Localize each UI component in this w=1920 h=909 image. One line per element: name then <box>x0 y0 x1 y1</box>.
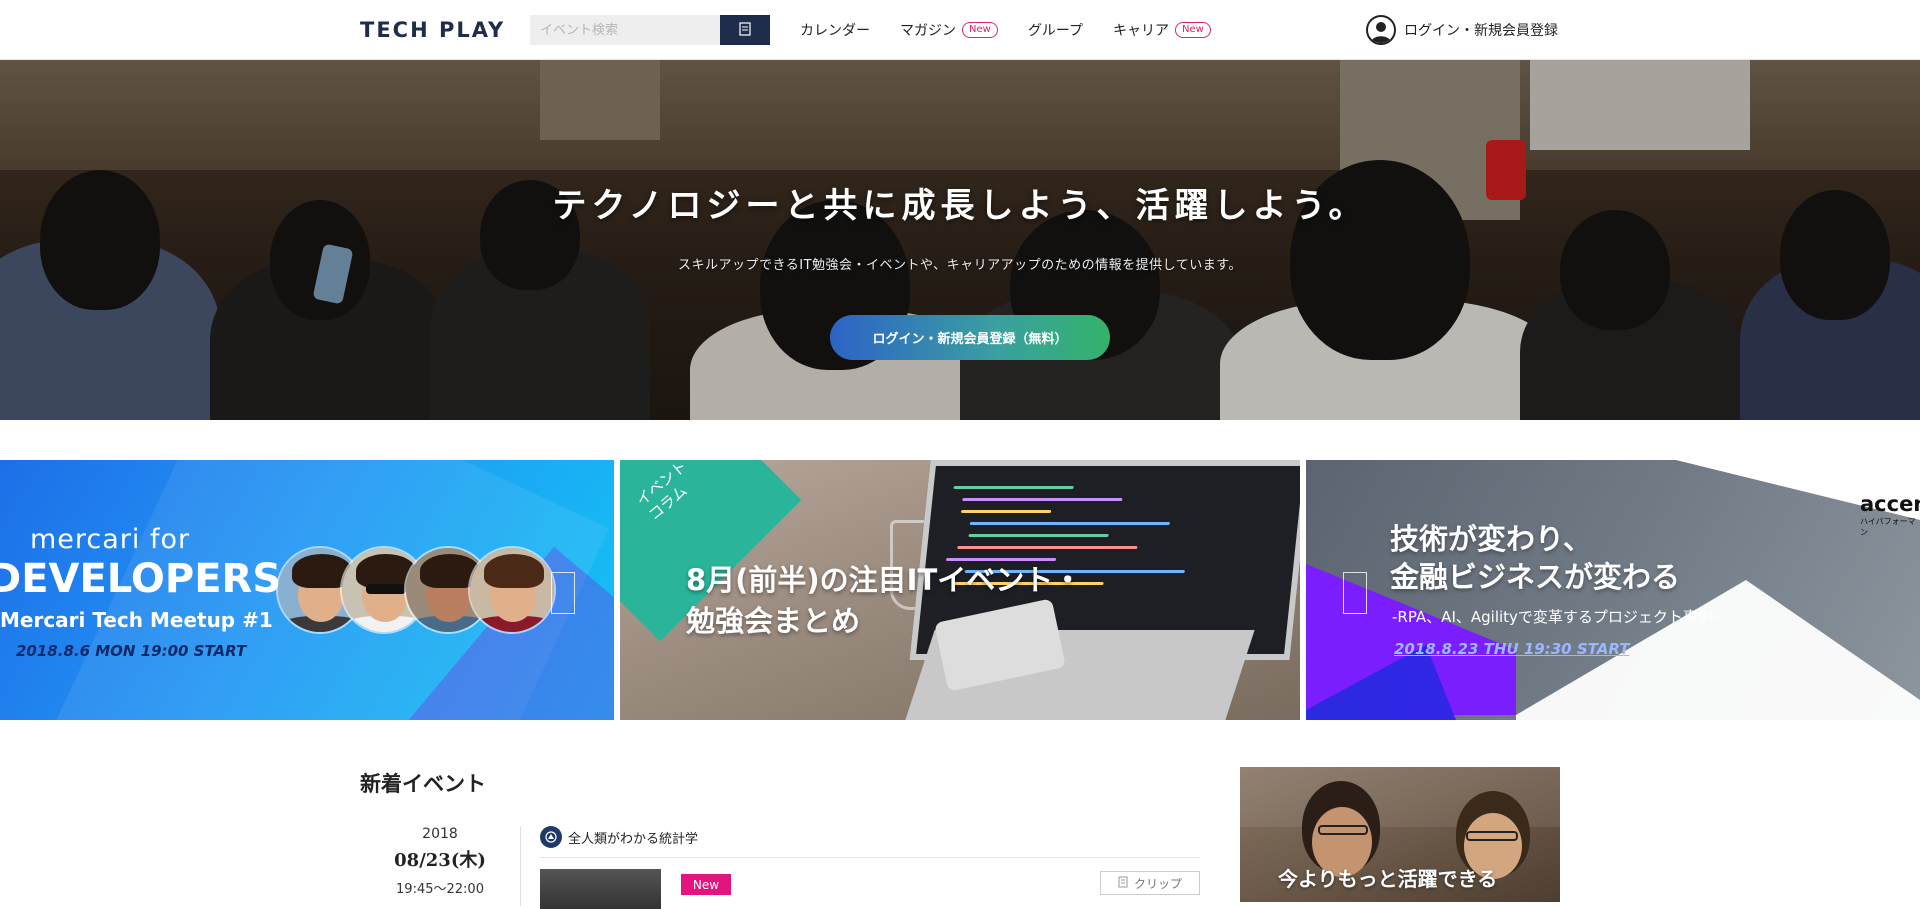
user-icon <box>1366 15 1396 45</box>
clip-icon <box>1118 876 1128 891</box>
nav-label: カレンダー <box>800 23 870 39</box>
site-logo[interactable]: TECH PLAY <box>360 18 505 42</box>
carousel-next-button[interactable] <box>551 572 575 614</box>
banner-mercari-line1: mercari for <box>30 524 191 555</box>
event-year: 2018 <box>422 826 458 842</box>
banner-accenture[interactable]: 技術が変わり、 金融ビジネスが変わる -RPA、AI、Agilityで変革するプ… <box>1306 460 1920 720</box>
banner-event-column[interactable]: イベント コラム 8月(前半)の注目ITイベント・ 勉強会まとめ <box>620 460 1300 720</box>
login-label: ログイン・新規会員登録 <box>1404 23 1558 39</box>
nav-label: グループ <box>1027 23 1083 39</box>
banner-accenture-title: 技術が変わり、 金融ビジネスが変わる <box>1390 522 1681 594</box>
event-group-name: 全人類がわかる統計学 <box>568 831 699 847</box>
register-cta-button[interactable]: ログイン・新規会員登録（無料） <box>830 315 1110 360</box>
section-title-new-events: 新着イベント <box>360 772 486 796</box>
carousel-prev-button[interactable] <box>1343 572 1367 614</box>
banner-accenture-subtitle: -RPA、AI、Agilityで変革するプロジェクト事例- <box>1392 608 1719 626</box>
feature-carousel: mercari for DEVELOPERS Mercari Tech Meet… <box>0 460 1920 720</box>
nav-group[interactable]: グループ <box>1028 20 1083 40</box>
side-ad-title: 今よりもっと活躍できる <box>1278 867 1498 891</box>
login-link[interactable]: ログイン・新規会員登録 <box>1366 14 1558 46</box>
event-date: 2018 08/23(木) 19:45〜22:00 <box>360 826 520 897</box>
event-thumbnail[interactable] <box>540 869 661 909</box>
event-group-link[interactable]: 全人類がわかる統計学 <box>540 826 698 848</box>
banner-mercari-line3: Mercari Tech Meetup #1 <box>0 608 273 632</box>
event-day: 08/23(木) <box>394 850 486 871</box>
search-input[interactable] <box>530 15 720 45</box>
new-badge: New <box>962 22 998 38</box>
divider <box>520 826 521 906</box>
banner-mercari-date: 2018.8.6 MON 19:00 START <box>16 642 247 660</box>
search-button[interactable] <box>720 15 770 45</box>
nav-magazine[interactable]: マガジン New <box>900 20 998 40</box>
site-header: TECH PLAY カレンダー マガジン New グループ キャリア New ロ… <box>0 0 1920 60</box>
clip-button[interactable]: クリップ <box>1100 871 1200 895</box>
main-nav: カレンダー マガジン New グループ キャリア New <box>800 0 1211 60</box>
accenture-logo-tagline: ハイパフォーマン <box>1860 517 1916 537</box>
hero-title: テクノロジーと共に成長しよう、活躍しよう。 <box>552 186 1368 226</box>
event-time: 19:45〜22:00 <box>396 882 484 897</box>
banner-column-title: 8月(前半)の注目ITイベント・ 勉強会まとめ <box>686 563 1083 638</box>
search-bar <box>530 15 770 45</box>
divider <box>540 857 1200 858</box>
clip-label: クリップ <box>1133 876 1182 891</box>
nav-calendar[interactable]: カレンダー <box>800 20 870 40</box>
nav-label: キャリア <box>1112 23 1169 39</box>
hero-subtitle: スキルアップできるIT勉強会・イベントや、キャリアアップのための情報を提供してい… <box>678 258 1242 273</box>
hero-section: テクノロジーと共に成長しよう、活躍しよう。 スキルアップできるIT勉強会・イベン… <box>0 60 1920 420</box>
hero-overlay <box>0 60 1920 420</box>
group-icon <box>540 826 562 848</box>
new-badge: New <box>681 874 731 895</box>
banner-mercari[interactable]: mercari for DEVELOPERS Mercari Tech Meet… <box>0 460 614 720</box>
banner-accenture-date: 2018.8.23 THU 19:30 START <box>1394 640 1630 658</box>
speaker-avatar <box>468 546 556 634</box>
banner-mercari-line2: DEVELOPERS <box>0 556 282 602</box>
new-badge: New <box>1174 22 1211 38</box>
accenture-logo: accent <box>1860 492 1920 516</box>
search-icon <box>739 21 751 39</box>
nav-career[interactable]: キャリア New <box>1113 20 1211 40</box>
side-ad-banner[interactable]: 今よりもっと活躍できる <box>1240 767 1560 902</box>
nav-label: マガジン <box>900 23 956 39</box>
